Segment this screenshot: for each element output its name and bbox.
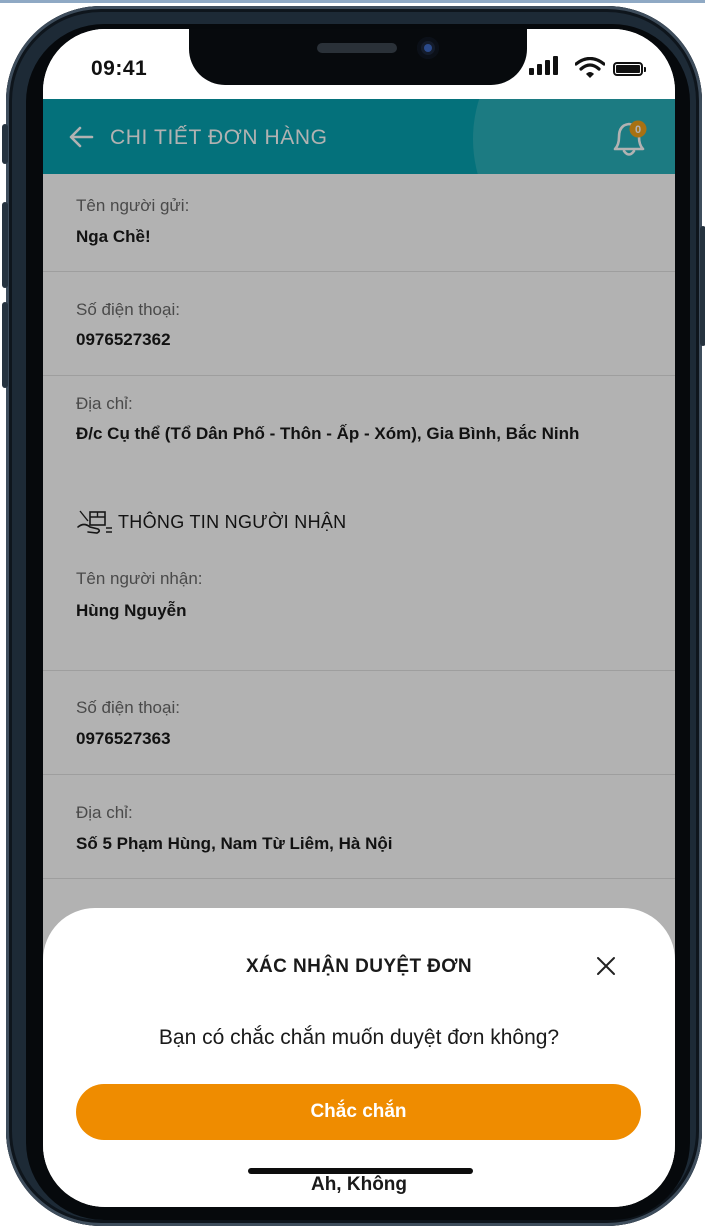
top-border-strip (0, 0, 705, 3)
close-icon[interactable] (592, 952, 620, 980)
status-icons (529, 55, 646, 81)
modal-backdrop[interactable]: XÁC NHẬN DUYỆT ĐƠN Bạn có chắc chắn muốn… (43, 99, 675, 1207)
signal-bar (529, 68, 534, 75)
phone-screen: 09:41 CHI TIẾT ĐƠN HÀNG 0 Tên người gửi:… (43, 29, 675, 1207)
volume-up-button (2, 202, 8, 288)
confirm-button[interactable]: Chắc chắn (76, 1084, 641, 1140)
signal-bar (553, 56, 558, 75)
sheet-message: Bạn có chắc chắn muốn duyệt đơn không? (158, 1026, 560, 1049)
signal-bar (537, 64, 542, 75)
speaker-grille (317, 43, 397, 53)
status-time: 09:41 (91, 57, 148, 80)
battery-icon (613, 62, 646, 76)
signal-bar (545, 60, 550, 75)
home-indicator[interactable] (248, 1168, 473, 1174)
battery-level (616, 65, 640, 73)
status-bar: 09:41 (43, 29, 675, 99)
volume-down-button (2, 302, 8, 388)
sheet-title: XÁC NHẬN DUYỆT ĐƠN (245, 956, 473, 977)
confirm-approval-sheet: XÁC NHẬN DUYỆT ĐƠN Bạn có chắc chắn muốn… (43, 908, 675, 1207)
notch (189, 29, 527, 85)
front-camera (417, 37, 439, 59)
power-button (700, 226, 705, 346)
battery-cap (644, 67, 646, 72)
mute-switch (2, 124, 8, 164)
wifi-icon (575, 57, 605, 78)
